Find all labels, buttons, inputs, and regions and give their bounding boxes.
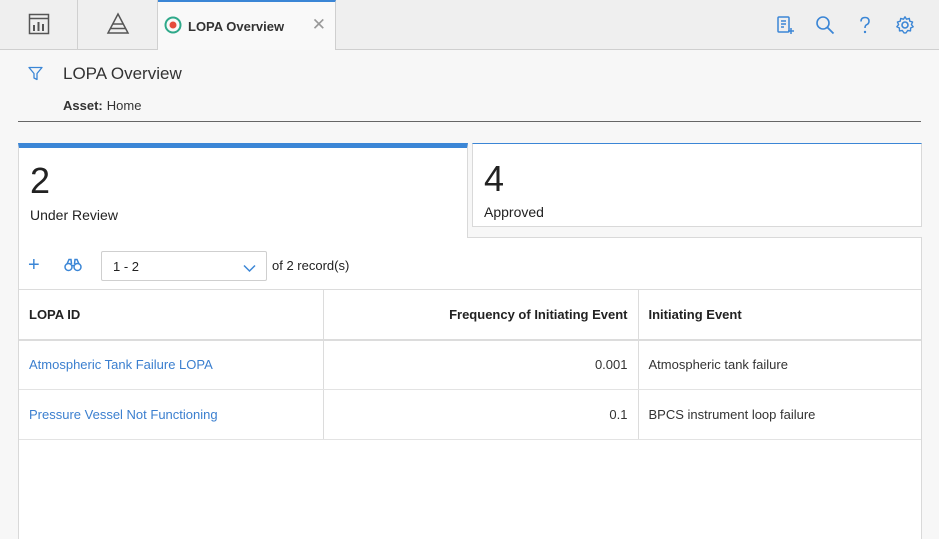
binoculars-icon[interactable]	[64, 258, 82, 275]
settings-gear-icon[interactable]	[893, 13, 917, 37]
tab-label: LOPA Overview	[188, 18, 285, 34]
lopa-table: LOPA ID Frequency of Initiating Event In…	[19, 289, 921, 440]
page-range-select[interactable]: 1 - 2	[101, 251, 267, 281]
dashboard-tab[interactable]	[0, 0, 78, 50]
table-header-row: LOPA ID Frequency of Initiating Event In…	[19, 289, 921, 341]
table-row: Pressure Vessel Not Functioning 0.1 BPCS…	[19, 389, 921, 440]
table-row: Atmospheric Tank Failure LOPA 0.001 Atmo…	[19, 339, 921, 390]
card-count: 4	[484, 158, 505, 199]
initiating-event-cell: BPCS instrument loop failure	[638, 389, 921, 440]
search-icon[interactable]	[813, 13, 837, 37]
asset-value: Home	[106, 98, 142, 113]
top-tab-bar: LOPA Overview ✕	[0, 0, 939, 50]
close-icon[interactable]: ✕	[312, 16, 326, 33]
frequency-cell: 0.001	[323, 339, 639, 390]
initiating-event-cell: Atmospheric tank failure	[638, 339, 921, 390]
lopa-icon	[163, 15, 183, 38]
column-header-frequency[interactable]: Frequency of Initiating Event	[323, 289, 639, 341]
card-label: Approved	[484, 204, 544, 220]
header-divider	[18, 121, 921, 122]
pyramid-icon	[106, 11, 130, 39]
card-label: Under Review	[30, 207, 118, 223]
lopa-id-link[interactable]: Pressure Vessel Not Functioning	[19, 389, 324, 440]
lopa-id-link[interactable]: Atmospheric Tank Failure LOPA	[19, 339, 324, 390]
toolbar-icons	[773, 13, 917, 37]
tab-lopa-overview[interactable]: LOPA Overview ✕	[158, 0, 336, 50]
pyramid-tab[interactable]	[78, 0, 158, 50]
add-icon[interactable]: +	[28, 255, 40, 275]
card-approved[interactable]: 4 Approved	[472, 143, 922, 227]
column-header-initiating-event[interactable]: Initiating Event	[638, 289, 921, 341]
asset-context: Asset: Home	[63, 98, 141, 113]
asset-label: Asset:	[63, 98, 103, 113]
page-title: LOPA Overview	[63, 64, 182, 83]
card-under-review[interactable]: 2 Under Review	[18, 143, 468, 239]
add-to-list-icon[interactable]	[773, 13, 797, 37]
frequency-cell: 0.1	[323, 389, 639, 440]
card-count: 2	[30, 160, 51, 201]
chevron-down-icon	[243, 261, 256, 276]
filter-icon[interactable]	[28, 66, 43, 84]
page-range-value: 1 - 2	[113, 259, 140, 274]
panel-border	[468, 237, 922, 238]
column-header-lopa-id[interactable]: LOPA ID	[19, 289, 324, 341]
dashboard-icon	[28, 13, 50, 38]
record-count: of 2 record(s)	[272, 258, 350, 273]
help-icon[interactable]	[853, 13, 877, 37]
